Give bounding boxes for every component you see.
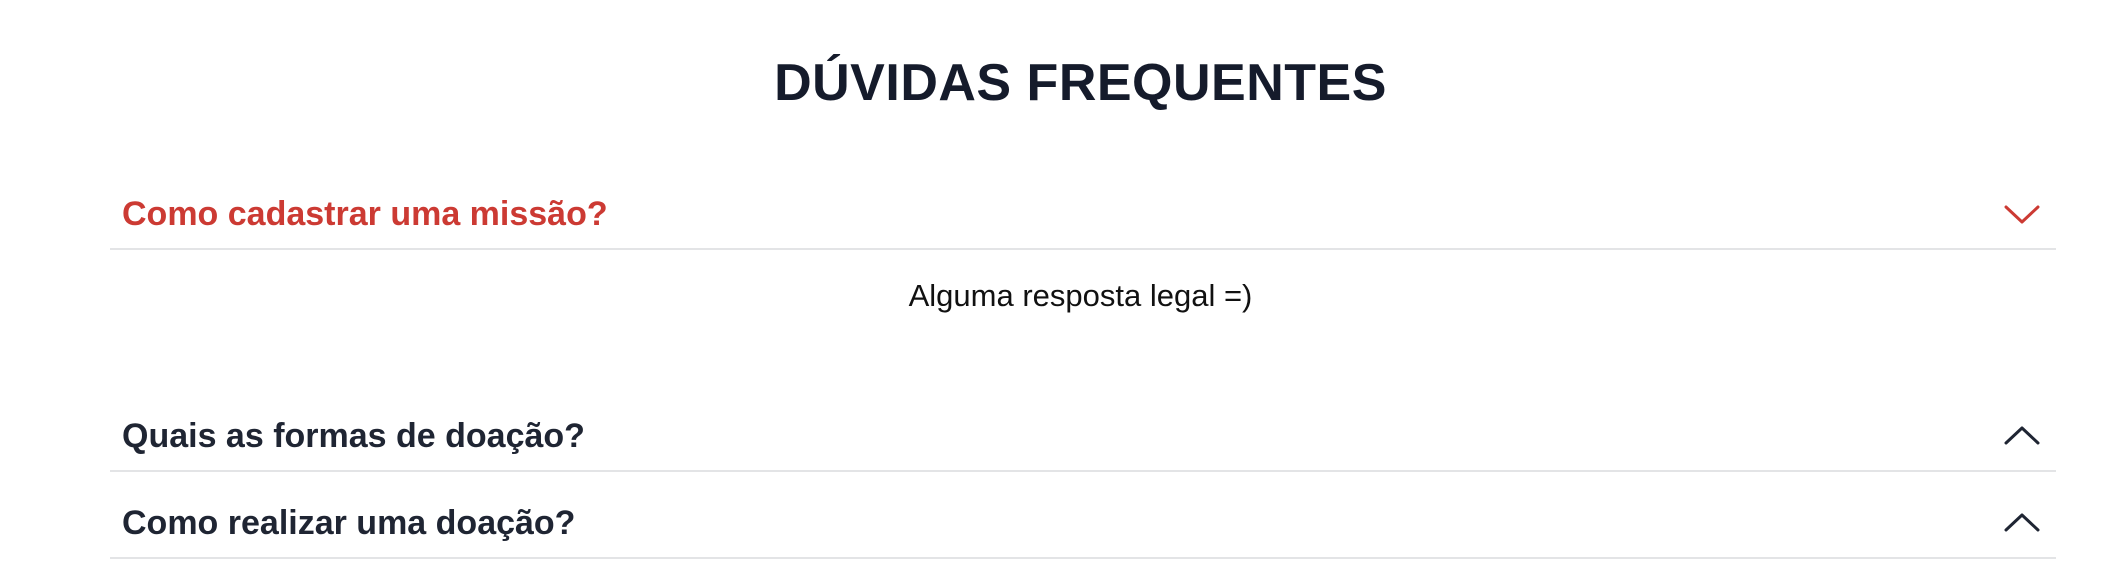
faq-title: DÚVIDAS FREQUENTES [774,54,1387,112]
faq-question[interactable]: Como cadastrar uma missão? [122,192,608,236]
faq-question[interactable]: Quais as formas de doação? [122,414,585,458]
faq-item-realizar-doacao[interactable]: Como realizar uma doação? [110,497,2056,559]
faq-item-formas-doacao[interactable]: Quais as formas de doação? [110,410,2056,472]
faq-question[interactable]: Como realizar uma doação? [122,501,575,545]
chevron-up-icon[interactable] [2002,503,2042,543]
faq-answer: Alguma resposta legal =) [908,278,1253,313]
faq-item-cadastrar-missao[interactable]: Como cadastrar uma missão? [110,188,2056,250]
chevron-down-icon[interactable] [2002,194,2042,234]
chevron-up-icon[interactable] [2002,416,2042,456]
faq-section: DÚVIDAS FREQUENTES Como cadastrar uma mi… [0,0,2120,584]
